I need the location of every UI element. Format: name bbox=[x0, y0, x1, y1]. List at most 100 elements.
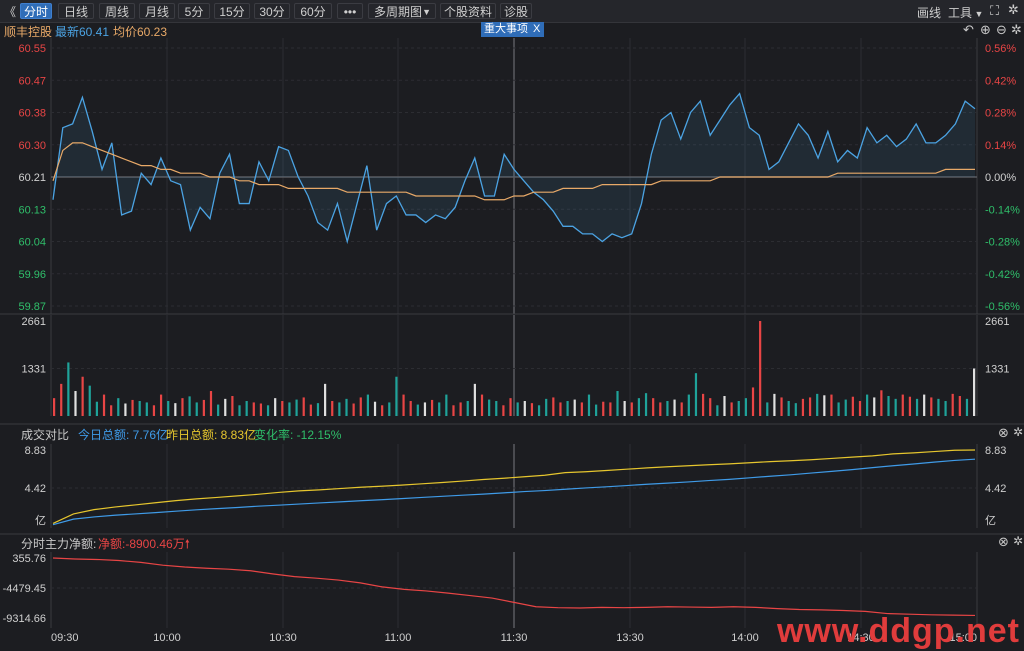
today-total: 今日总额: 7.76亿 bbox=[78, 428, 169, 442]
time-tick: 11:00 bbox=[385, 632, 412, 644]
volume-bar bbox=[459, 402, 462, 416]
volume-bar bbox=[716, 405, 719, 416]
stock-name: 顺丰控股 bbox=[4, 25, 53, 39]
volume-bar bbox=[53, 398, 56, 416]
close-panel-icon[interactable]: ⊗ bbox=[998, 534, 1009, 550]
back-icon[interactable]: 《 bbox=[4, 3, 16, 20]
volume-bar bbox=[880, 390, 883, 416]
volume-bar bbox=[580, 402, 583, 416]
time-tick: 13:30 bbox=[616, 632, 644, 644]
tab-7[interactable]: 30分 bbox=[254, 3, 290, 19]
price-tick-left: 60.47 bbox=[18, 75, 46, 87]
avg-price-series-line bbox=[52, 142, 975, 201]
major-event-label: 重大事项 bbox=[484, 23, 528, 35]
volume-bar bbox=[381, 405, 384, 416]
volume-bar bbox=[338, 402, 341, 416]
price-tick-left: 60.13 bbox=[18, 204, 46, 216]
more-button[interactable]: ••• bbox=[337, 3, 363, 19]
pct-tick-right: 0.42% bbox=[985, 75, 1016, 87]
volume-bar bbox=[316, 403, 320, 416]
volume-tick-right: 1331 bbox=[985, 363, 1009, 375]
volume-bar bbox=[217, 404, 220, 416]
fullscreen-icon[interactable]: ⛶ bbox=[990, 3, 999, 19]
volume-bar bbox=[851, 396, 854, 416]
volume-bar bbox=[552, 397, 555, 416]
volume-bar bbox=[352, 403, 355, 416]
volume-bar bbox=[773, 393, 776, 416]
volume-bar bbox=[124, 403, 127, 416]
volume-bar bbox=[694, 373, 698, 416]
volume-bar bbox=[737, 401, 740, 416]
tab-4[interactable]: 月线 bbox=[139, 3, 175, 19]
volume-bar bbox=[937, 398, 940, 416]
settings-icon[interactable]: ✲ bbox=[1011, 22, 1022, 38]
net-amount-label: 净额:-8900.46万 bbox=[98, 537, 185, 551]
volume-bar bbox=[587, 394, 591, 416]
tab-1[interactable]: 分时 bbox=[20, 3, 52, 19]
volume-bar bbox=[302, 397, 305, 416]
flow-title: 分时主力净额: bbox=[21, 537, 97, 551]
zoom-in-icon[interactable]: ⊕ bbox=[980, 22, 991, 38]
volume-bar bbox=[894, 398, 897, 416]
tools-dropdown[interactable]: 工具 ▼ bbox=[948, 4, 983, 21]
volume-bar bbox=[202, 399, 205, 416]
volume-bar bbox=[359, 397, 362, 416]
undo-icon[interactable]: ↶ bbox=[963, 22, 974, 38]
volume-bar bbox=[167, 401, 170, 416]
volume-bar bbox=[787, 401, 790, 416]
major-event-button[interactable]: 重大事项 X bbox=[481, 22, 544, 37]
pct-tick-right: -0.42% bbox=[985, 269, 1020, 281]
compare-tick-left: 8.83 bbox=[25, 445, 46, 457]
volume-bar bbox=[466, 401, 469, 416]
net-flow-line bbox=[52, 557, 976, 617]
pct-tick-right: 0.28% bbox=[985, 108, 1016, 120]
close-icon[interactable]: X bbox=[533, 22, 540, 37]
volume-bar bbox=[644, 393, 648, 416]
close-panel-icon[interactable]: ⊗ bbox=[998, 425, 1009, 441]
stock-info-button[interactable]: 个股资料 bbox=[440, 3, 496, 19]
tab-2[interactable]: 日线 bbox=[58, 3, 94, 19]
tab-5[interactable]: 5分 bbox=[178, 3, 210, 19]
diagnose-button[interactable]: 诊股 bbox=[500, 3, 532, 19]
volume-bar bbox=[801, 398, 805, 416]
toolbar: 《 分时 日线 周线 月线 5分 15分 30分 60分 ••• 多周期图 ▼ 个股资料 诊股… bbox=[0, 0, 1024, 23]
volume-bar bbox=[523, 401, 526, 416]
zoom-out-icon[interactable]: ⊖ bbox=[996, 22, 1007, 38]
volume-bar bbox=[673, 399, 676, 416]
net-amount: 净额:-8900.46万🠕 bbox=[98, 535, 190, 556]
volume-bar bbox=[324, 383, 327, 416]
time-tick: 14:00 bbox=[731, 632, 759, 644]
volume-bar bbox=[680, 402, 683, 416]
volume-bar bbox=[209, 391, 213, 416]
latest-price: 最新60.41 bbox=[55, 25, 110, 39]
volume-bar bbox=[965, 398, 969, 416]
volume-bar bbox=[766, 402, 769, 416]
volume-bar bbox=[637, 398, 641, 416]
settings-icon[interactable]: ✲ bbox=[1008, 2, 1019, 18]
volume-bar bbox=[659, 402, 662, 416]
volume-bar bbox=[195, 402, 198, 416]
volume-bar bbox=[110, 405, 113, 416]
volume-bar bbox=[445, 394, 448, 416]
volume-bar bbox=[188, 396, 191, 416]
volume-bar bbox=[159, 394, 163, 416]
tab-3[interactable]: 周线 bbox=[99, 3, 135, 19]
settings-icon[interactable]: ✲ bbox=[1013, 425, 1023, 439]
volume-bar bbox=[145, 402, 148, 416]
time-tick: 10:00 bbox=[153, 632, 181, 644]
tab-6[interactable]: 15分 bbox=[214, 3, 250, 19]
volume-bar bbox=[915, 398, 919, 416]
settings-icon[interactable]: ✲ bbox=[1013, 534, 1023, 548]
watermark: www.ddgp.net bbox=[776, 612, 1020, 650]
volume-bar bbox=[252, 402, 255, 416]
volume-bar bbox=[830, 394, 833, 416]
pct-tick-right: -0.56% bbox=[985, 301, 1020, 313]
draw-line-button[interactable]: 画线 bbox=[917, 4, 941, 21]
multi-period-dropdown[interactable]: 多周期图 ▼ bbox=[368, 3, 436, 19]
volume-bar bbox=[516, 402, 519, 416]
price-tick-left: 60.04 bbox=[18, 237, 46, 249]
volume-tick-right: 2661 bbox=[985, 316, 1009, 328]
dropdown-arrow-icon: ▼ bbox=[972, 9, 984, 19]
tab-8[interactable]: 60分 bbox=[294, 3, 332, 19]
volume-bar bbox=[488, 399, 491, 416]
